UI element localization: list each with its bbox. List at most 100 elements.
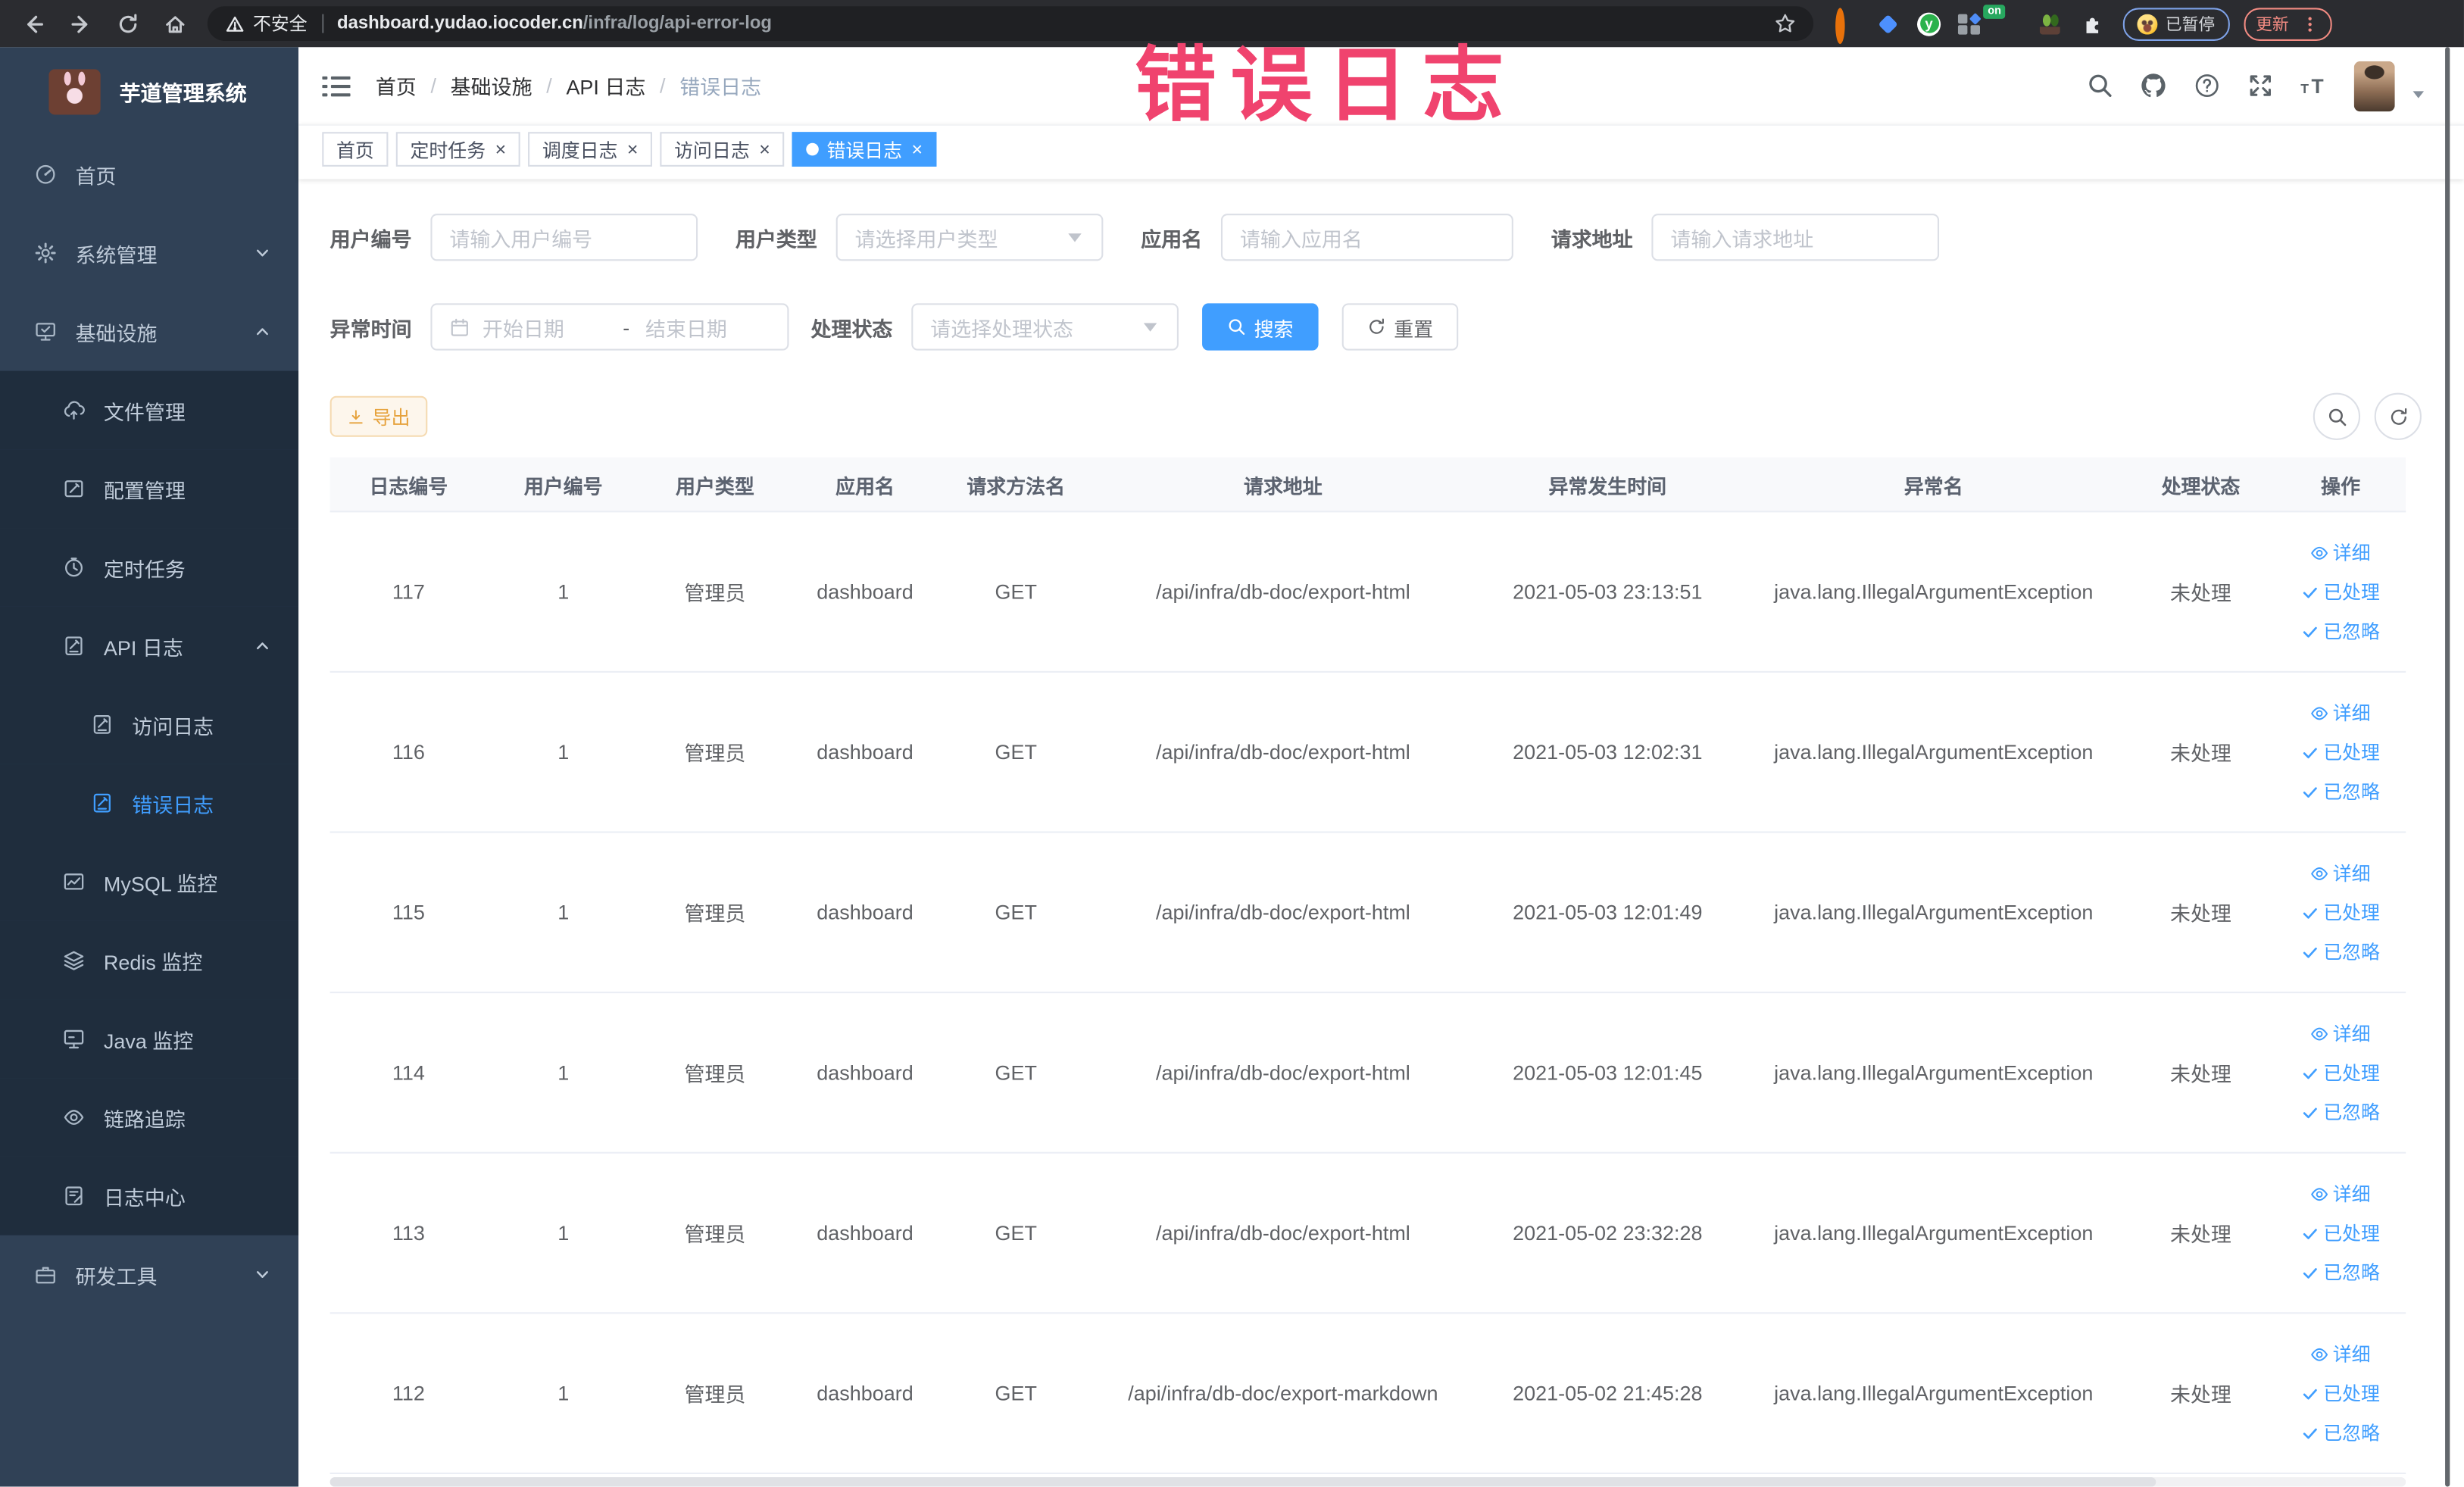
column-header: 日志编号	[369, 475, 448, 498]
extension-squares-icon[interactable]	[1957, 11, 1982, 36]
horizontal-scrollbar[interactable]	[329, 1477, 2406, 1487]
extension-on-badge-icon[interactable]: on	[1984, 4, 2022, 36]
export-button[interactable]: 导出	[329, 395, 428, 437]
toggle-search-button[interactable]	[2313, 392, 2361, 440]
refresh-table-button[interactable]	[2374, 392, 2422, 440]
tab-访问日志[interactable]: 访问日志 ×	[660, 132, 785, 167]
extension-plant-icon[interactable]	[2039, 11, 2063, 36]
sidebar-item-10[interactable]: Redis 监控	[0, 920, 299, 1000]
app-frame: 芋道管理系统 首页 系统管理 基础设施 文件管理 配置管理 定时任务 API 日…	[0, 47, 2464, 1487]
breadcrumb-item[interactable]: 基础设施	[451, 70, 532, 100]
reset-button[interactable]: 重置	[1341, 303, 1459, 351]
column-header: 应用名	[835, 475, 895, 498]
breadcrumb-item[interactable]: 首页	[376, 70, 417, 100]
process-status-select[interactable]: 请选择处理状态	[911, 303, 1179, 351]
browser-update-button[interactable]: 更新	[2243, 7, 2331, 40]
chart-icon	[63, 870, 85, 892]
extensions-puzzle-icon[interactable]	[2081, 12, 2104, 36]
tab-错误日志[interactable]: 错误日志 ×	[792, 132, 937, 167]
sidebar-item-5[interactable]: 定时任务	[0, 528, 299, 607]
processed-link[interactable]: 已处理	[2301, 899, 2380, 926]
breadcrumb: 首页 / 基础设施 / API 日志 / 错误日志	[376, 70, 761, 100]
search-button[interactable]: 搜索	[1202, 303, 1319, 351]
main-area: 首页 / 基础设施 / API 日志 / 错误日志 TT 首页 定时任务 × 调度日志 × 访问日志 ×…	[298, 47, 2464, 1487]
extension-blue-gem-icon[interactable]	[1876, 12, 1900, 36]
processed-link[interactable]: 已处理	[2301, 1059, 2380, 1086]
vertical-scrollbar[interactable]	[2445, 47, 2450, 1487]
processed-link[interactable]: 已处理	[2301, 739, 2380, 765]
request-url-input[interactable]: 请输入请求地址	[1651, 214, 1940, 261]
user-type-select[interactable]: 请选择用户类型	[835, 214, 1104, 261]
sidebar-item-14[interactable]: 研发工具	[0, 1236, 298, 1314]
check-icon	[2301, 1423, 2320, 1442]
avatar-caret-down-icon[interactable]	[2410, 86, 2426, 102]
detail-link[interactable]: 详细	[2311, 1341, 2371, 1367]
sidebar-item-13[interactable]: 日志中心	[0, 1156, 299, 1236]
github-icon[interactable]	[2141, 72, 2167, 98]
browser-reload-icon[interactable]	[117, 12, 140, 36]
cell-method: GET	[995, 1061, 1037, 1085]
ignored-link[interactable]: 已忽略	[2301, 1098, 2380, 1125]
sidebar-item-label: 系统管理	[75, 242, 158, 267]
processed-link[interactable]: 已处理	[2301, 1220, 2380, 1246]
search-icon	[1227, 317, 1246, 336]
font-size-icon[interactable]: TT	[2300, 72, 2327, 98]
collapse-sidebar-icon[interactable]	[322, 75, 351, 97]
question-icon[interactable]	[2194, 72, 2220, 98]
browser-home-icon[interactable]	[164, 12, 187, 36]
fullscreen-icon[interactable]	[2247, 72, 2274, 98]
tab-close-icon[interactable]: ×	[759, 140, 770, 159]
processed-link[interactable]: 已处理	[2301, 1379, 2380, 1406]
tab-定时任务[interactable]: 定时任务 ×	[395, 132, 520, 167]
sidebar-item-1[interactable]: 系统管理	[0, 214, 298, 292]
extension-green-letter-icon[interactable]: y	[1917, 11, 1941, 36]
cell-user_type: 管理员	[684, 1223, 746, 1247]
sidebar-item-8[interactable]: 错误日志	[0, 764, 299, 842]
check-icon	[2301, 742, 2320, 761]
detail-link[interactable]: 详细	[2311, 699, 2371, 726]
ignored-link[interactable]: 已忽略	[2301, 1259, 2380, 1286]
tab-调度日志[interactable]: 调度日志 ×	[528, 132, 653, 167]
browser-back-icon[interactable]	[22, 12, 45, 36]
detail-link[interactable]: 详细	[2311, 1020, 2371, 1046]
sidebar-item-9[interactable]: MySQL 监控	[0, 842, 299, 921]
sidebar-item-6[interactable]: API 日志	[0, 606, 299, 686]
exception-time-range-picker[interactable]: 开始日期 - 结束日期	[430, 303, 789, 351]
app-name-input[interactable]: 请输入应用名	[1221, 214, 1513, 261]
sidebar-item-4[interactable]: 配置管理	[0, 449, 299, 529]
reset-button-label: 重置	[1394, 318, 1434, 341]
user-id-input[interactable]: 请输入用户编号	[430, 214, 698, 261]
sidebar-item-7[interactable]: 访问日志	[0, 685, 299, 764]
address-bar[interactable]: 不安全 dashboard.yudao.iocoder.cn/infra/log…	[207, 6, 1814, 41]
extension-orange-ring-icon[interactable]	[1835, 7, 1859, 44]
tab-close-icon[interactable]: ×	[627, 140, 639, 159]
tab-close-icon[interactable]: ×	[912, 140, 923, 159]
user-avatar[interactable]	[2353, 60, 2395, 111]
detail-link[interactable]: 详细	[2311, 860, 2371, 886]
sidebar-item-3[interactable]: 文件管理	[0, 370, 299, 450]
tab-首页[interactable]: 首页	[322, 132, 389, 167]
ignored-link[interactable]: 已忽略	[2301, 939, 2380, 965]
tab-label: 定时任务	[410, 139, 486, 161]
search-icon[interactable]	[2087, 72, 2113, 98]
horizontal-scrollbar-thumb[interactable]	[329, 1477, 2157, 1487]
bookmark-star-icon[interactable]	[1774, 13, 1796, 35]
app-title: 芋道管理系统	[119, 81, 247, 105]
date-range-separator: -	[623, 314, 630, 339]
detail-link[interactable]: 详细	[2311, 1180, 2371, 1207]
processed-link[interactable]: 已处理	[2301, 578, 2380, 604]
detail-link[interactable]: 详细	[2311, 539, 2371, 566]
sidebar-item-11[interactable]: Java 监控	[0, 999, 299, 1079]
sidebar-item-12[interactable]: 链路追踪	[0, 1078, 299, 1157]
browser-forward-icon[interactable]	[69, 12, 92, 36]
ignored-link[interactable]: 已忽略	[2301, 1419, 2380, 1445]
browser-menu-icon[interactable]	[2300, 14, 2319, 34]
ignored-link[interactable]: 已忽略	[2301, 778, 2380, 804]
breadcrumb-item[interactable]: API 日志	[566, 70, 645, 100]
paused-extension-badge[interactable]: 已暂停	[2122, 7, 2229, 40]
sidebar-item-2[interactable]: 基础设施	[0, 292, 298, 371]
ignored-link[interactable]: 已忽略	[2301, 617, 2380, 644]
tab-close-icon[interactable]: ×	[495, 140, 507, 159]
search-button-label: 搜索	[1254, 318, 1294, 341]
sidebar-item-0[interactable]: 首页	[0, 135, 298, 214]
